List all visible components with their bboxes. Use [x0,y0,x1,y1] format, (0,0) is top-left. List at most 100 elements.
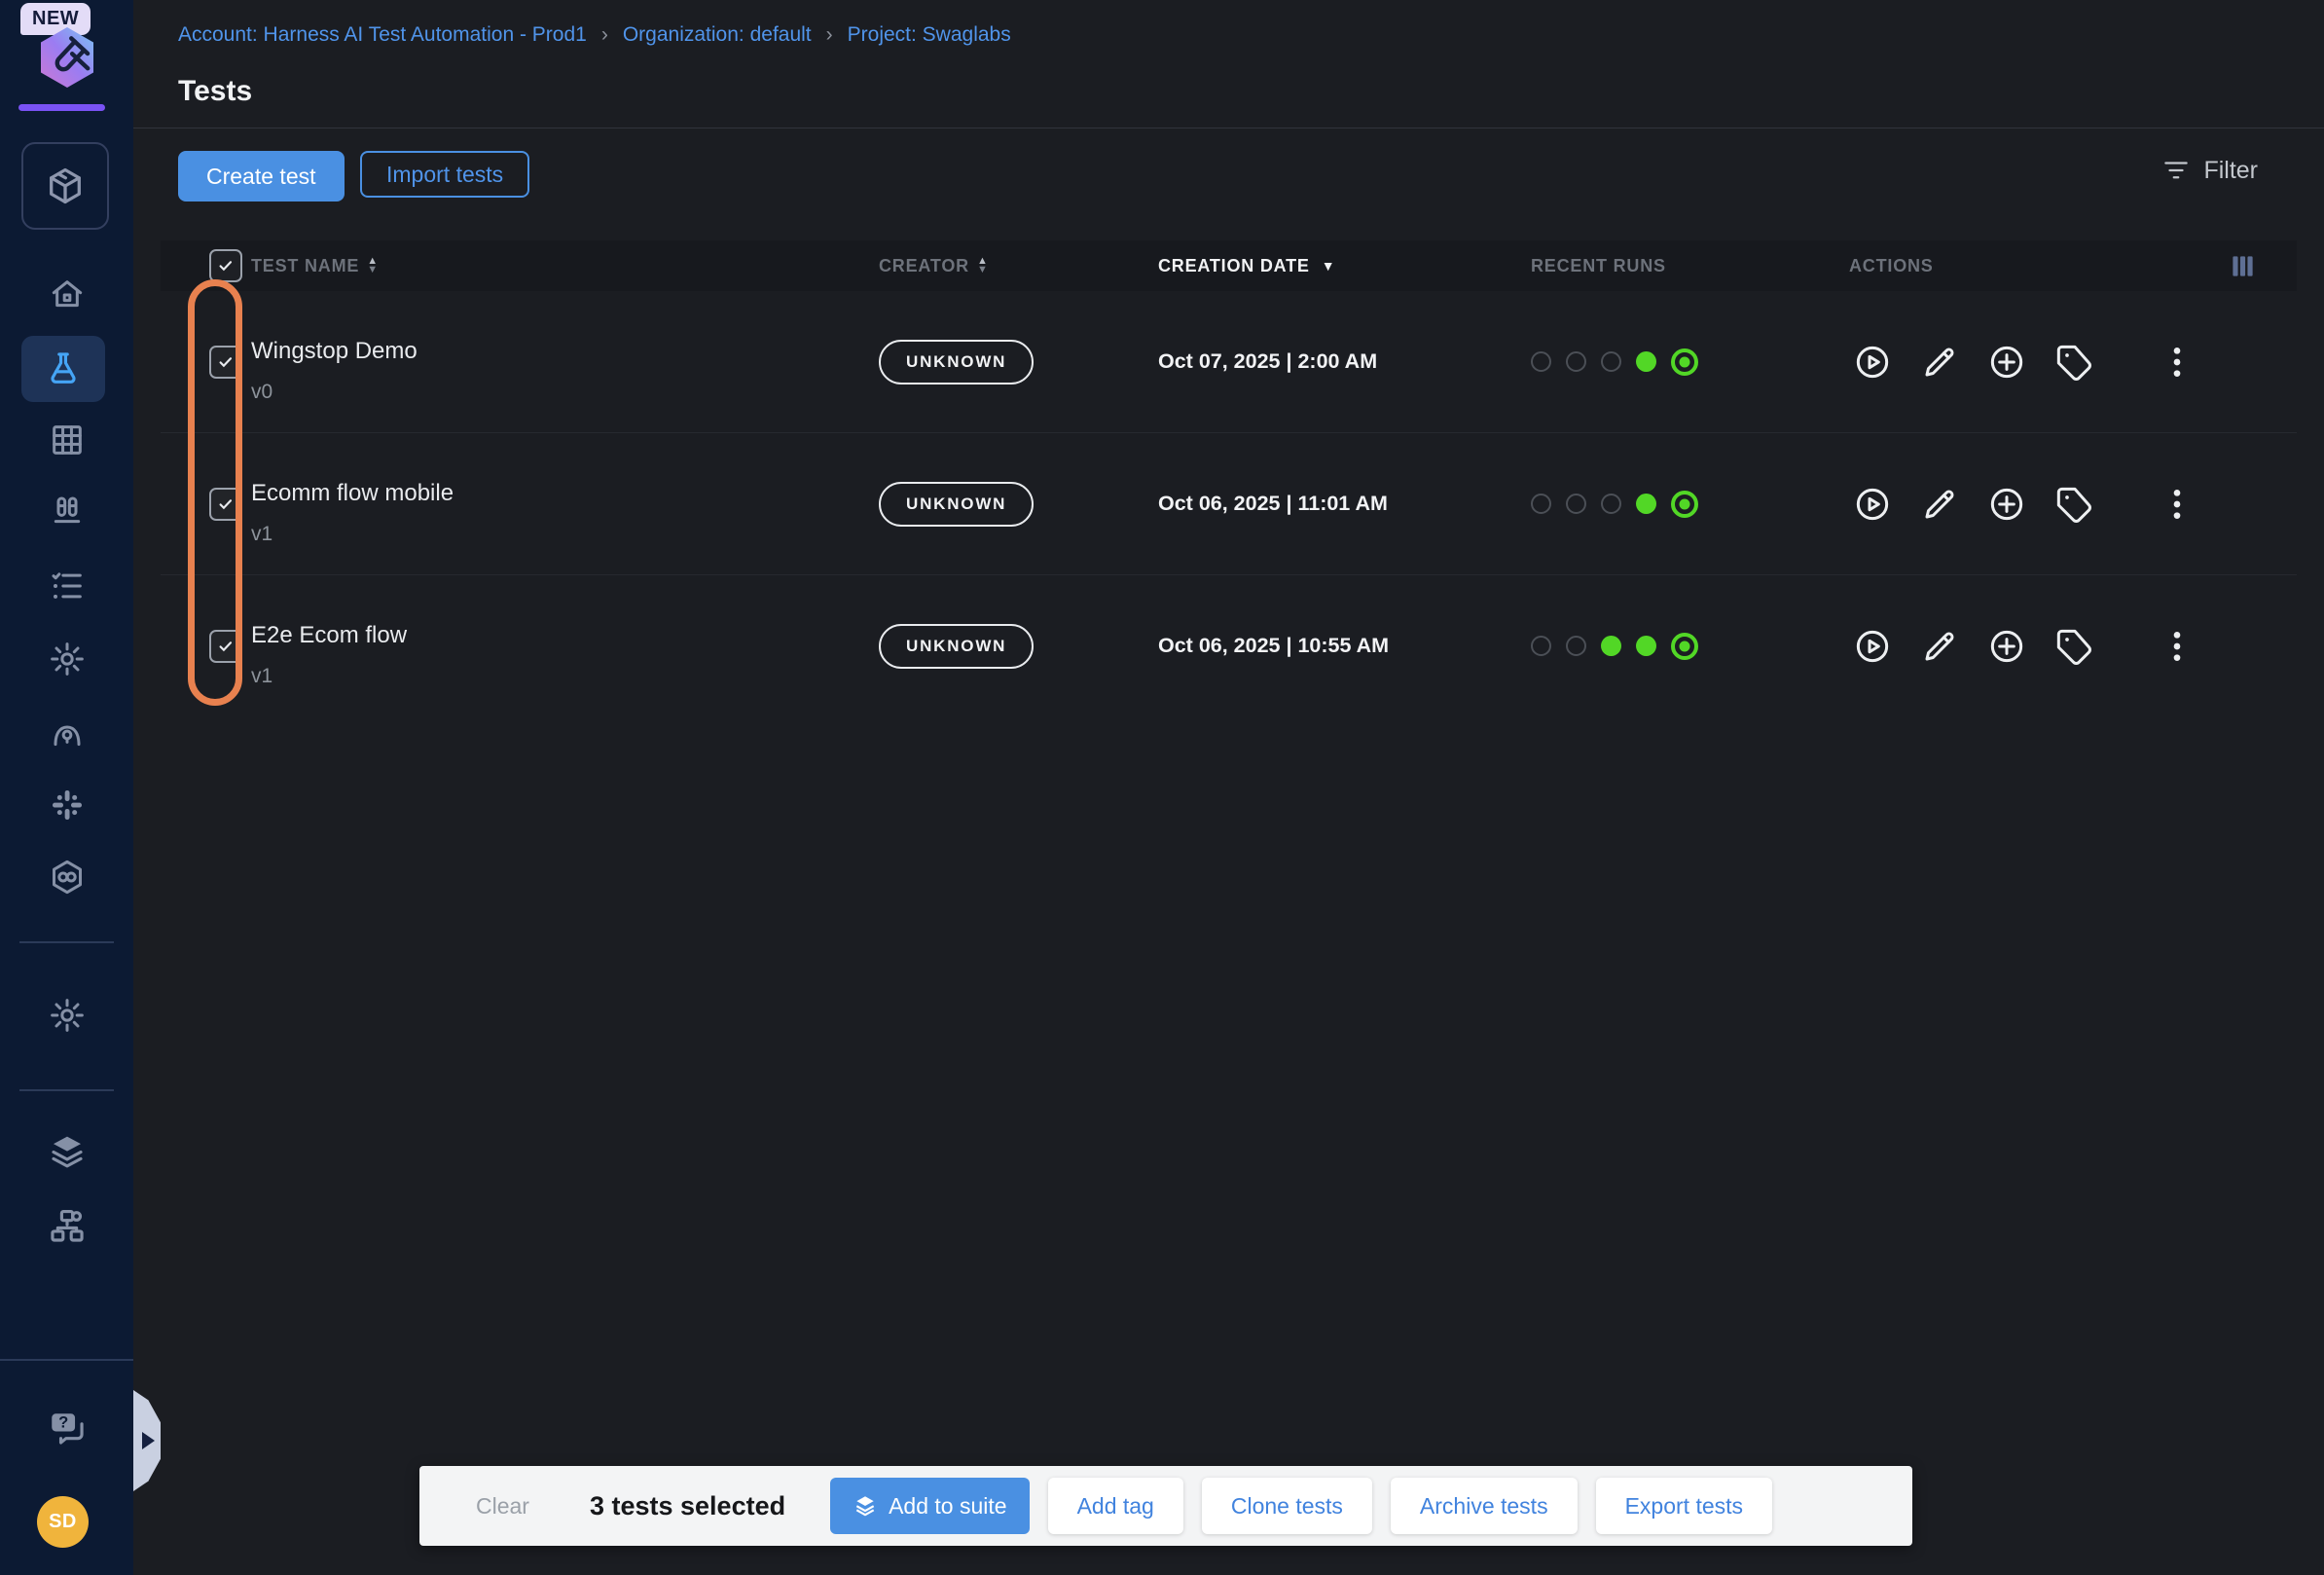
grid-icon [48,421,87,459]
more-options-button[interactable] [2158,485,2197,524]
run-status-dot-ring[interactable] [1671,348,1698,376]
test-name[interactable]: Wingstop Demo [251,338,879,365]
run-status-dot-empty[interactable] [1566,351,1586,372]
sort-arrows-icon: ▲▼ [977,257,989,275]
column-header-creation-date[interactable]: CREATION DATE ▼ [1158,256,1531,276]
sidebar-item-environments[interactable] [0,1120,133,1183]
export-tests-button[interactable]: Export tests [1596,1478,1772,1534]
test-name[interactable]: Ecomm flow mobile [251,480,879,507]
run-status-dot-filled[interactable] [1636,351,1656,372]
select-all-checkbox[interactable] [209,249,242,282]
run-status-dot-filled[interactable] [1601,636,1621,656]
row-checkbox[interactable] [209,630,242,663]
recent-runs[interactable] [1531,348,1849,376]
run-test-button[interactable] [1853,627,1892,666]
logo-hexagon-icon [34,24,100,92]
run-status-dot-empty[interactable] [1531,494,1551,514]
main-content: Account: Harness AI Test Automation - Pr… [133,0,2324,1575]
breadcrumb-project[interactable]: Project: Swaglabs [848,23,1011,47]
sidebar-item-settings[interactable] [0,628,133,690]
run-status-dot-ring[interactable] [1671,491,1698,518]
import-tests-button[interactable]: Import tests [360,151,529,198]
sidebar-item-checklist[interactable] [0,555,133,617]
row-checkbox[interactable] [209,346,242,379]
sidebar-item-project-settings[interactable] [0,984,133,1046]
gear-icon [48,640,87,678]
run-status-dot-empty[interactable] [1601,351,1621,372]
clone-tests-button[interactable]: Clone tests [1202,1478,1372,1534]
top-header: Account: Harness AI Test Automation - Pr… [133,0,2324,128]
column-header-creator[interactable]: CREATOR ▲▼ [879,256,1158,276]
more-options-button[interactable] [2158,343,2197,382]
sidebar-divider [19,941,114,943]
breadcrumb-organization[interactable]: Organization: default [623,23,812,47]
edit-test-button[interactable] [1920,343,1959,382]
run-status-dot-empty[interactable] [1601,494,1621,514]
filter-button[interactable]: Filter [2161,156,2258,185]
table-row[interactable]: Ecomm flow mobile v1 UNKNOWN Oct 06, 202… [161,433,2297,575]
add-tag-button[interactable]: Add tag [1048,1478,1183,1534]
recent-runs[interactable] [1531,633,1849,660]
sidebar-divider [19,1089,114,1091]
add-to-suite-button[interactable]: Add to suite [830,1478,1029,1534]
run-status-dot-empty[interactable] [1566,494,1586,514]
test-name[interactable]: E2e Ecom flow [251,622,879,649]
layers-icon [853,1493,878,1519]
user-avatar[interactable]: SD [37,1496,89,1548]
run-status-dot-empty[interactable] [1531,636,1551,656]
selection-bar: Clear 3 tests selected Add to suite Add … [419,1466,1912,1546]
sidebar-item-hierarchy[interactable] [0,1195,133,1258]
run-status-dot-ring[interactable] [1671,633,1698,660]
sidebar-item-home[interactable] [0,263,133,325]
tag-button[interactable] [2054,627,2093,666]
sidebar-item-suites[interactable] [0,481,133,543]
edit-test-button[interactable] [1920,627,1959,666]
sidebar-item-module[interactable] [21,142,109,230]
table-row[interactable]: E2e Ecom flow v1 UNKNOWN Oct 06, 2025 | … [161,575,2297,716]
add-to-suite-button[interactable] [1987,627,2026,666]
add-to-suite-button[interactable] [1987,343,2026,382]
sidebar-item-grid[interactable] [0,409,133,471]
sidebar-item-help[interactable]: ? [0,1397,133,1459]
run-status-dot-filled[interactable] [1636,494,1656,514]
breadcrumb-separator: › [826,23,833,47]
column-header-actions: ACTIONS [1849,256,2219,276]
tag-button[interactable] [2054,343,2093,382]
archive-tests-button[interactable]: Archive tests [1391,1478,1578,1534]
sidebar-item-tests-active[interactable] [21,336,105,402]
checklist-icon [48,567,87,605]
chat-help-icon: ? [47,1408,88,1448]
more-options-button[interactable] [2158,627,2197,666]
test-version: v0 [251,381,879,404]
clear-selection-button[interactable]: Clear [476,1493,529,1520]
sort-arrows-icon: ▲▼ [367,257,379,275]
tag-button[interactable] [2054,485,2093,524]
run-status-dot-empty[interactable] [1566,636,1586,656]
column-settings-button[interactable] [2219,253,2297,279]
sidebar-item-integrations[interactable] [0,774,133,836]
add-to-suite-button[interactable] [1987,485,2026,524]
edit-test-button[interactable] [1920,485,1959,524]
recent-runs[interactable] [1531,491,1849,518]
breadcrumb-separator: › [601,23,608,47]
row-checkbox[interactable] [209,488,242,521]
sidebar-item-agents[interactable] [0,701,133,763]
run-status-dot-filled[interactable] [1636,636,1656,656]
hooded-user-icon [48,713,87,751]
create-test-button[interactable]: Create test [178,151,345,201]
page-title: Tests [178,75,252,108]
run-status-dot-empty[interactable] [1531,351,1551,372]
filter-label: Filter [2203,157,2258,185]
harness-ai-logo[interactable] [34,24,100,92]
run-test-button[interactable] [1853,485,1892,524]
breadcrumb-account[interactable]: Account: Harness AI Test Automation - Pr… [178,23,587,47]
sidebar-item-pipelines[interactable] [0,846,133,908]
test-version: v1 [251,665,879,688]
check-icon [216,494,236,514]
creation-date: Oct 06, 2025 | 11:01 AM [1158,492,1531,516]
app-root: NEW [0,0,2324,1575]
org-chart-gear-icon [47,1206,88,1247]
table-row[interactable]: Wingstop Demo v0 UNKNOWN Oct 07, 2025 | … [161,291,2297,433]
column-header-test-name[interactable]: TEST NAME ▲▼ [251,256,879,276]
run-test-button[interactable] [1853,343,1892,382]
